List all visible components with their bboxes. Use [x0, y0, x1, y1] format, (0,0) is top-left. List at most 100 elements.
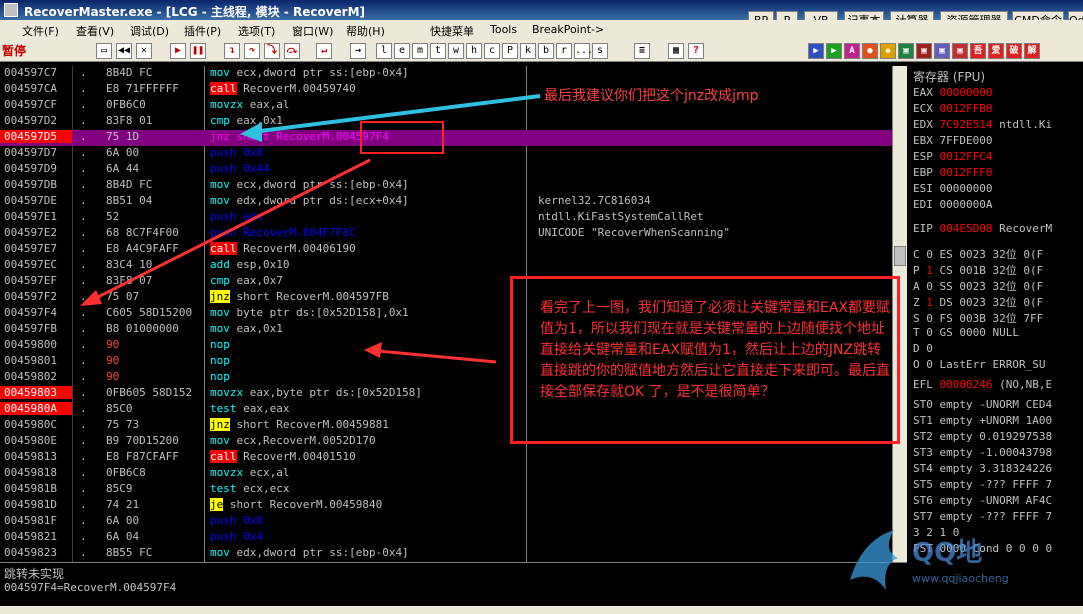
disasm-row[interactable]: 00459823. 8B55 FC mov edx,dword ptr ss:[eb… — [0, 546, 892, 562]
flag-row: S 0 FS 003B 32位 7FF — [913, 310, 1083, 326]
open-file-icon[interactable]: ▭ — [96, 43, 112, 59]
toolbar-letter-9[interactable]: b — [538, 43, 554, 59]
disasm-row[interactable]: 004597E2. 68 8C7F4F00 push RecoverM.004F7F… — [0, 226, 892, 242]
disasm-row[interactable]: 0045981D. 74 21 je short RecoverM.00459840 — [0, 498, 892, 514]
disasm-instruction: push 0x4 — [210, 530, 526, 543]
close-icon[interactable]: ✕ — [136, 43, 152, 59]
goto-icon[interactable]: → — [350, 43, 366, 59]
plugin-k-icon[interactable]: 爱 — [988, 43, 1004, 59]
toolbar-letter-8[interactable]: k — [520, 43, 536, 59]
fpu-row: ST2 empty 0.019297538 — [913, 430, 1053, 443]
toolbar-letter-10[interactable]: r — [556, 43, 572, 59]
disasm-opcode: jnz — [210, 290, 230, 303]
run-icon[interactable]: ▶ — [170, 43, 186, 59]
menu-item-1[interactable]: 查看(V) — [76, 23, 114, 39]
disasm-row[interactable]: 004597E7. E8 A4C9FAFF call RecoverM.004061… — [0, 242, 892, 258]
toolbar-letter-6[interactable]: c — [484, 43, 500, 59]
plugin-f-icon[interactable]: ▣ — [898, 43, 914, 59]
list-icon[interactable]: ≡ — [634, 43, 650, 59]
disasm-address: 00459823 — [4, 546, 57, 559]
disasm-row[interactable]: 004597D9. 6A 44 push 0x44 — [0, 162, 892, 178]
register-row: EAX 00000000 — [913, 86, 1083, 102]
disasm-row[interactable]: 004597EC. 83C4 10 add esp,0x10 — [0, 258, 892, 274]
plugin-g-icon[interactable]: ▣ — [916, 43, 932, 59]
disasm-hex: 8B51 04 — [106, 194, 153, 207]
plugin-a-icon[interactable]: ▶ — [808, 43, 824, 59]
plugin-h-icon[interactable]: ▣ — [934, 43, 950, 59]
pause-icon[interactable]: ❚❚ — [190, 43, 206, 59]
plugin-j-icon[interactable]: 吾 — [970, 43, 986, 59]
disasm-row[interactable]: 0045981F. 6A 00 push 0x0 — [0, 514, 892, 530]
disasm-row[interactable]: 00459818. 0FB6C8 movzx ecx,al — [0, 466, 892, 482]
top-annotation-text: 最后我建议你们把这个jnz改成jmp — [544, 88, 759, 104]
disasm-hex: 90 — [106, 338, 120, 351]
disasm-comment: kernel32.7C816034 — [538, 194, 651, 207]
disasm-marker: . — [80, 290, 87, 303]
menu-item-7[interactable]: 快捷菜单 — [430, 23, 474, 39]
disasm-operands: edx — [236, 210, 263, 223]
menu-item-4[interactable]: 选项(T) — [238, 23, 275, 39]
toolbar-letter-5[interactable]: h — [466, 43, 482, 59]
toolbar-letter-3[interactable]: t — [430, 43, 446, 59]
menu-item-2[interactable]: 调试(D) — [130, 23, 169, 39]
menu-item-9[interactable]: BreakPoint-> — [532, 23, 604, 36]
flag-value: 1 — [926, 296, 933, 309]
disasm-row[interactable]: 004597C7. 8B4D FC mov ecx,dword ptr ss:[eb… — [0, 66, 892, 82]
disasm-hex: 8B4D FC — [106, 178, 153, 191]
disasm-row[interactable]: 004597D2. 83F8 01 cmp eax,0x1 — [0, 114, 892, 130]
disasm-row[interactable]: 004597E1. 52 push edx ntdll.KiFastSystemCal… — [0, 210, 892, 226]
menu-item-3[interactable]: 插件(P) — [184, 23, 221, 39]
trace-over-icon[interactable]: ⤼ — [284, 43, 300, 59]
disasm-row[interactable]: 00459821. 6A 04 push 0x4 — [0, 530, 892, 546]
toolbar-letter-1[interactable]: e — [394, 43, 410, 59]
step-into-icon[interactable]: ↴ — [224, 43, 240, 59]
plugin-l-icon[interactable]: 破 — [1006, 43, 1022, 59]
help-icon[interactable]: ? — [688, 43, 704, 59]
step-over-icon[interactable]: ↷ — [244, 43, 260, 59]
register-extra: (NO,NB,E — [992, 378, 1053, 391]
trace-into-icon[interactable]: ⤵ — [264, 43, 280, 59]
disasm-row[interactable]: 004597DB. 8B4D FC mov ecx,dword ptr ss:[eb… — [0, 178, 892, 194]
plugin-e-icon[interactable]: ◆ — [880, 43, 896, 59]
registers-pane[interactable]: 寄存器 (FPU) EAX 00000000 ECX 0012FFB0 EDX 7C… — [907, 66, 1083, 562]
menu-item-8[interactable]: Tools — [490, 23, 517, 36]
flag-row: Z 1 DS 0023 32位 0(F — [913, 294, 1083, 310]
register-extra: ntdll.Ki — [992, 118, 1053, 131]
disasm-row[interactable]: 004597D7. 6A 00 push 0x0 — [0, 146, 892, 162]
disasm-row[interactable]: 004597DE. 8B51 04 mov edx,dword ptr ds:[ec… — [0, 194, 892, 210]
disasm-address: 004597D7 — [4, 146, 57, 159]
disasm-instruction: mov ecx,dword ptr ss:[ebp-0x4] — [210, 178, 526, 191]
disasm-row[interactable]: 00459813. E8 F87CFAFF call RecoverM.004015… — [0, 450, 892, 466]
disasm-operands: short RecoverM.00459840 — [223, 498, 383, 511]
plugin-c-icon[interactable]: A — [844, 43, 860, 59]
toolbar-letter-11[interactable]: ... — [574, 43, 593, 59]
toolbar-letter-12[interactable]: s — [592, 43, 608, 59]
disasm-instruction: nop — [210, 370, 526, 383]
rewind-icon[interactable]: ◀◀ — [116, 43, 132, 59]
grid-icon[interactable]: ▦ — [668, 43, 684, 59]
disasm-address: 004597D5 — [0, 130, 72, 143]
menu-item-0[interactable]: 文件(F) — [22, 23, 59, 39]
disasm-opcode: movzx — [210, 98, 244, 111]
toolbar-letter-2[interactable]: m — [412, 43, 428, 59]
plugin-d-icon[interactable]: ● — [862, 43, 878, 59]
disasm-address: 004597E1 — [4, 210, 57, 223]
plugin-b-icon[interactable]: ▶ — [826, 43, 842, 59]
toolbar-letter-4[interactable]: w — [448, 43, 464, 59]
segment-info: DS 0023 32位 0(F — [932, 296, 1044, 309]
disasm-address: 004597DE — [4, 194, 57, 207]
plugin-m-icon[interactable]: 解 — [1024, 43, 1040, 59]
disasm-row[interactable]: 0045981B. 85C9 test ecx,ecx — [0, 482, 892, 498]
disasm-hex: 74 21 — [106, 498, 140, 511]
watermark-url: www.qqjiaocheng — [912, 572, 1009, 585]
toolbar-letter-0[interactable]: l — [376, 43, 392, 59]
plugin-i-icon[interactable]: ▣ — [952, 43, 968, 59]
execute-till-return-icon[interactable]: ↵ — [316, 43, 332, 59]
disasm-row[interactable]: 004597D5. 75 1D jnz short RecoverM.004597F… — [0, 130, 892, 146]
disasm-hex: E8 71FFFFFF — [106, 82, 179, 95]
menu-item-6[interactable]: 帮助(H) — [346, 23, 385, 39]
menu-item-5[interactable]: 窗口(W) — [292, 23, 333, 39]
toolbar-letter-7[interactable]: P — [502, 43, 518, 59]
disasm-opcode: je — [210, 498, 224, 511]
jump-target-text: 004597F4=RecoverM.004597F4 — [4, 581, 177, 594]
